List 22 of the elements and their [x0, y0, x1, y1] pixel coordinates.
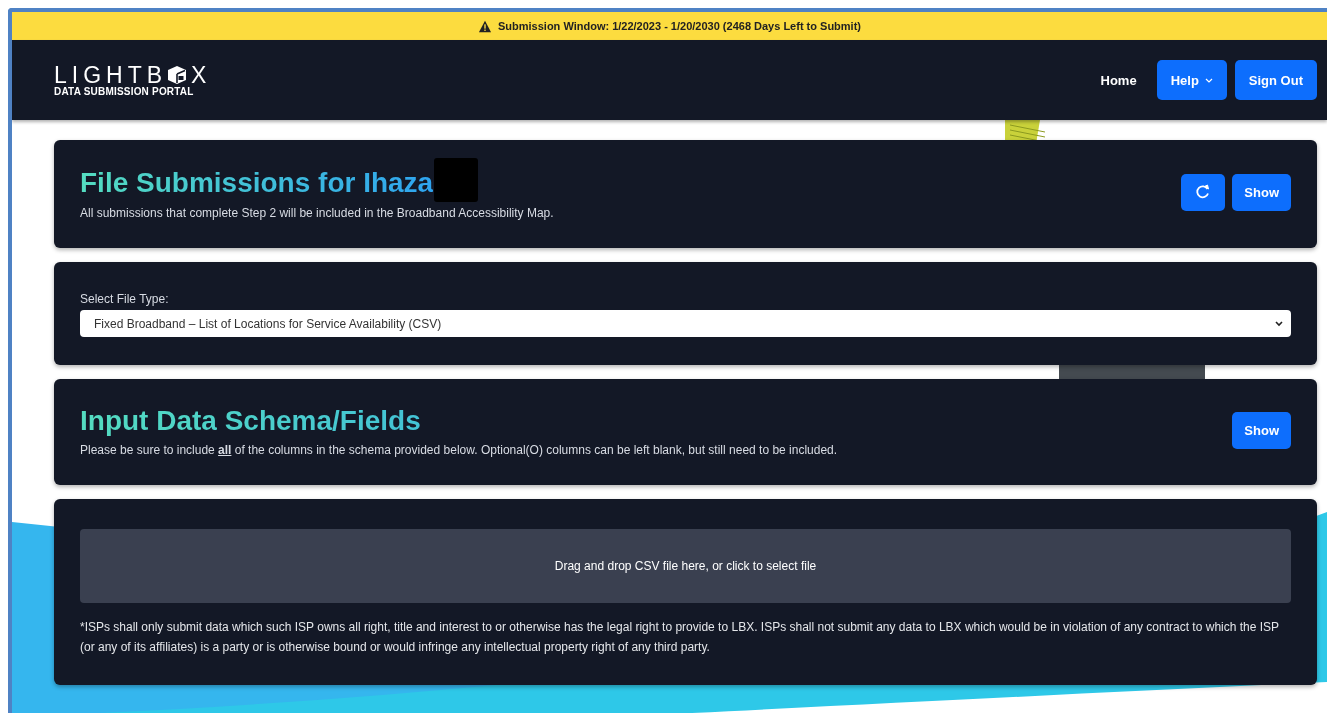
- description-text: All submissions that complete Step 2 will be included in the Broadband Accessibility Map.: [80, 206, 554, 220]
- logo[interactable]: LIGHTB X DATA SUBMISSION PORTAL: [54, 63, 212, 97]
- field-label: Select File Type:: [80, 292, 170, 306]
- refresh-button[interactable]: [1181, 173, 1226, 211]
- disclaimer-text: *ISPs shall only submit data which such ISP owns all right, title and interest to or otherwise has the legal right to provide to LBX. ISPs shall not submit any data to LBX which would be in violation of any contract to which the ISP (or any of its affiliates) is a party or is otherwise bound or would infringe any intellectual property right of any third party.: [80, 619, 1280, 656]
- show-button[interactable]: Show: [1232, 173, 1291, 211]
- banner-text: Submission Window: 1/22/2023 - 1/20/2030 (2468 Days Left to Submit): [498, 20, 861, 32]
- box-icon: [167, 64, 188, 85]
- chevron-down-icon: [1275, 320, 1283, 327]
- logo-subtitle: DATA SUBMISSION PORTAL: [54, 85, 195, 97]
- logo-text: X: [191, 63, 212, 86]
- home-link[interactable]: Home: [1100, 72, 1137, 88]
- description-text: Please be sure to include all of the columns in the schema provided below. Optional(O) columns can be left blank, but still need to be included.: [80, 443, 838, 457]
- warning-icon: [478, 19, 492, 33]
- help-dropdown-button[interactable]: Help: [1156, 60, 1227, 100]
- file-dropzone[interactable]: Drag and drop CSV file here, or click to select file: [80, 529, 1291, 603]
- logo-text: LIGHTB: [54, 63, 168, 86]
- chevron-down-icon: [1204, 76, 1213, 84]
- sign-out-button[interactable]: Sign Out: [1234, 60, 1317, 100]
- refresh-icon: [1195, 184, 1212, 200]
- show-button[interactable]: Show: [1232, 411, 1291, 449]
- file-type-select[interactable]: Fixed Broadband – List of Locations for Service Availability (CSV): [80, 310, 1291, 337]
